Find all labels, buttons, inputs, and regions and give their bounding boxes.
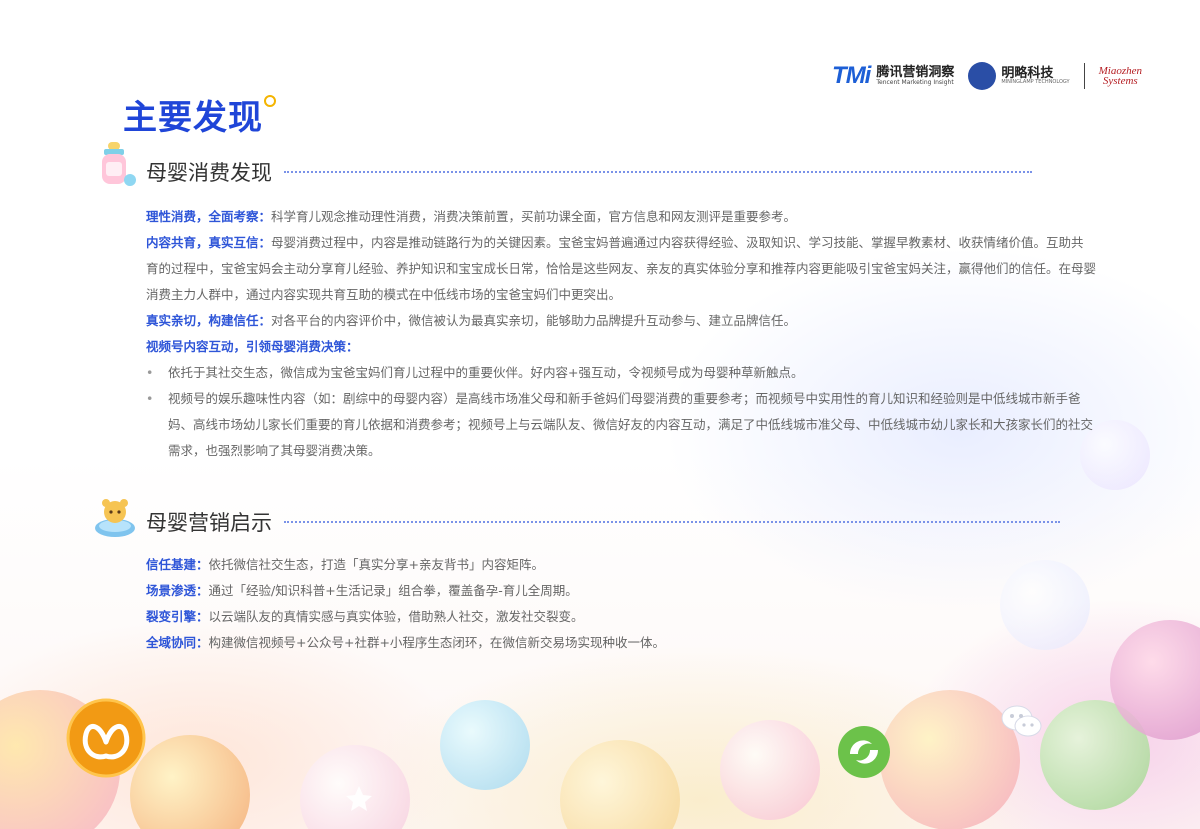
insight-item: 信任基建：依托微信社交生态，打造「真实分享+亲友背书」内容矩阵。 [146,552,1096,578]
finding-item: 理性消费，全面考察：科学育儿观念推动理性消费，消费决策前置，买前功课全面，官方信… [146,204,1096,230]
tmi-logo: TMi 腾讯营销洞察 Tencent Marketing Insight [832,62,954,90]
tmi-logo-mark: TMi [832,62,871,89]
finding-text: 母婴消费过程中，内容是推动链路行为的关键因素。宝爸宝妈普遍通过内容获得经验、汲取… [146,235,1097,302]
insight-text: 依托微信社交生态，打造「真实分享+亲友背书」内容矩阵。 [208,557,544,572]
insight-text: 构建微信视频号+公众号+社群+小程序生态闭环，在微信新交易场实现种收一体。 [208,635,665,650]
mingluo-logo-en: MININGLAMP TECHNOLOGY [1001,79,1070,86]
finding-key: 视频号内容互动，引领母婴消费决策： [146,339,359,354]
insight-text: 通过「经验/知识科普+生活记录」组合拳，覆盖备孕-育儿全周期。 [208,583,578,598]
section-heading-label: 母婴营销启示 [146,511,272,535]
page-title: 主要发现 [123,98,263,138]
insight-item: 场景渗透：通过「经验/知识科普+生活记录」组合拳，覆盖备孕-育儿全周期。 [146,578,1096,604]
insight-item: 全域协同：构建微信视频号+公众号+社群+小程序生态闭环，在微信新交易场实现种收一… [146,630,1096,656]
section-divider [284,521,1060,523]
logo-divider [1083,63,1085,89]
tmi-logo-cn: 腾讯营销洞察 [876,65,955,81]
insight-key: 全域协同： [146,635,209,650]
mingluo-logo-icon [968,62,997,90]
finding-item: 真实亲切，构建信任：对各平台的内容评价中，微信被认为最真实亲切，能够助力品牌提升… [146,308,1096,334]
star-icon [344,784,374,814]
decor-ball [880,690,1020,829]
decor-ball [130,735,250,829]
bullet-item: 视频号的娱乐趣味性内容（如：剧综中的母婴内容）是高线市场准父母和新手爸妈们母婴消… [146,386,1096,464]
insight-key: 裂变引擎： [146,609,209,624]
title-dot-icon [264,95,276,107]
insight-key: 场景渗透： [146,583,209,598]
finding-bullets: 依托于其社交生态，微信成为宝爸宝妈们育儿过程中的重要伙伴。好内容+强互动，令视频… [146,360,1096,464]
insight-key: 信任基建： [146,557,209,572]
section-heading-consumption: 母婴消费发现 [94,142,1032,194]
finding-text: 对各平台的内容评价中，微信被认为最真实亲切，能够助力品牌提升互动参与、建立品牌信… [271,313,797,328]
finding-item: 内容共育，真实互信：母婴消费过程中，内容是推动链路行为的关键因素。宝爸宝妈普遍通… [146,230,1096,308]
decor-ball [560,740,680,829]
finding-key: 理性消费，全面考察： [146,209,272,224]
baby-bottle-icon [94,142,138,194]
insight-text: 以云端队友的真情实感与真实体验，借助熟人社交，激发社交裂变。 [208,609,584,624]
butterfly-logo-icon [66,698,146,778]
tmi-logo-en: Tencent Marketing Insight [876,78,954,86]
mingluo-logo: 明略科技 MININGLAMP TECHNOLOGY [968,62,1070,90]
section-body-consumption: 理性消费，全面考察：科学育儿观念推动理性消费，消费决策前置，买前功课全面，官方信… [146,204,1096,464]
mingluo-logo-cn: 明略科技 [1001,65,1054,81]
section-heading-marketing: 母婴营销启示 [94,499,1060,544]
section-body-marketing: 信任基建：依托微信社交生态，打造「真实分享+亲友背书」内容矩阵。 场景渗透：通过… [146,552,1096,656]
insight-item: 裂变引擎：以云端队友的真情实感与真实体验，借助熟人社交，激发社交裂变。 [146,604,1096,630]
finding-key: 内容共育，真实互信： [146,235,272,250]
finding-key: 真实亲切，构建信任： [146,313,272,328]
decor-ball [720,720,820,820]
wechat-icon [1000,702,1044,742]
miaozhen-logo: Miaozhen Systems [1099,65,1142,87]
finding-text: 科学育儿观念推动理性消费，消费决策前置，买前功课全面，官方信息和网友测评是重要参… [271,209,797,224]
finding-item: 视频号内容互动，引领母婴消费决策： [146,334,1096,360]
decor-ball [440,700,530,790]
bullet-item: 依托于其社交生态，微信成为宝爸宝妈们育儿过程中的重要伙伴。好内容+强互动，令视频… [146,360,1096,386]
miaozhen-logo-line2: Systems [1102,75,1138,87]
bear-cup-icon [94,499,138,544]
section-heading-label: 母婴消费发现 [146,161,272,185]
partner-logos: TMi 腾讯营销洞察 Tencent Marketing Insight 明略科… [832,62,1142,90]
swirl-logo-icon [836,724,892,780]
section-divider [284,171,1032,173]
